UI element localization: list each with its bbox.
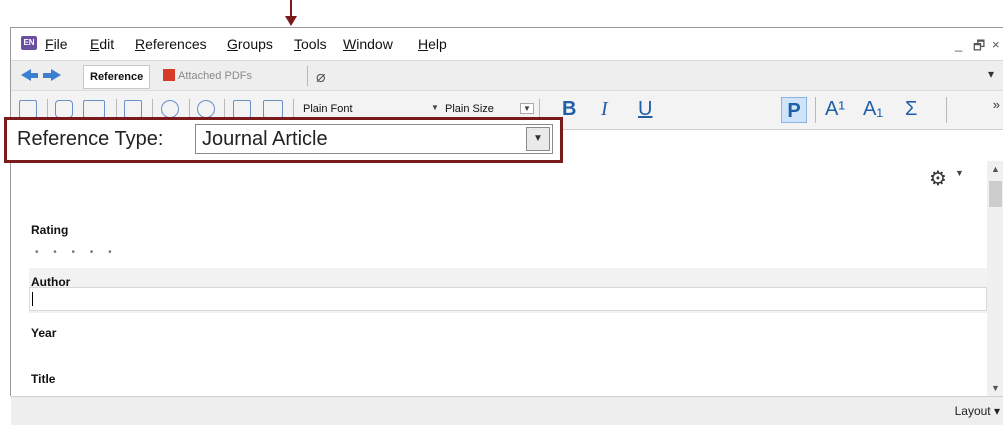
font-dropdown-icon[interactable]: ▼ [431,103,439,112]
find-icon[interactable] [161,100,179,118]
back-arrow-icon-tail [30,73,38,78]
scroll-down-icon[interactable]: ▼ [987,380,1003,396]
tab-attached-pdfs[interactable]: Attached PDFs [157,65,258,87]
rating-stars[interactable]: • • • • • [35,247,118,258]
chevron-down-icon[interactable]: ▼ [526,127,550,151]
plain-button[interactable]: P [781,97,807,123]
tab-separator [307,66,308,86]
app-icon: EN [21,36,37,50]
size-dropdown-icon[interactable]: ▼ [520,103,534,114]
italic-button[interactable]: I [601,96,608,122]
menu-tools[interactable]: Tools [294,36,327,52]
close-icon[interactable]: × [992,37,1000,52]
tab-menu-icon[interactable]: ▾ [988,67,994,81]
paperclip-icon[interactable]: ⌀ [316,67,326,87]
gear-icon[interactable]: ⚙ [929,166,947,191]
toolbar-separator [815,97,816,123]
menu-file[interactable]: File [45,36,68,52]
year-label: Year [31,326,57,340]
link-icon[interactable] [55,100,73,118]
layout-button[interactable]: Layout ▾ [955,404,1000,418]
folder-icon[interactable] [83,100,105,118]
menu-bar: EN File Edit References Groups Tools Win… [11,28,1003,60]
reference-type-highlight: Reference Type: Journal Article ▼ [4,117,563,163]
reference-fields-panel: Rating • • • • • Author Year Title [29,191,987,396]
rating-label: Rating [31,223,69,237]
word-icon[interactable] [263,100,283,118]
forward-arrow-icon[interactable] [51,69,61,81]
author-input[interactable] [29,287,987,311]
toolbar-separator [946,97,947,123]
menu-groups[interactable]: Groups [227,36,273,52]
status-bar: Layout ▾ [11,396,1003,425]
title-label: Title [31,372,56,386]
edit-icon[interactable] [233,100,251,118]
font-select[interactable]: Plain Font [303,103,353,115]
reference-type-select[interactable]: Journal Article ▼ [195,124,553,154]
symbol-button[interactable]: Σ [905,96,917,122]
vertical-scrollbar[interactable]: ▲ ▼ [987,161,1003,396]
format-bibliography-icon[interactable] [124,100,142,118]
online-search-icon[interactable] [197,100,215,118]
minimize-icon[interactable]: _ [955,37,962,52]
gear-dropdown-icon[interactable]: ▼ [955,168,964,178]
tab-reference[interactable]: Reference [83,65,151,89]
subscript-button[interactable]: A₁ [863,96,883,122]
endnote-window: EN File Edit References Groups Tools Win… [10,27,1003,425]
superscript-button[interactable]: A¹ [825,96,845,122]
pdf-icon [163,69,175,81]
underline-button[interactable]: U [638,96,652,122]
menu-references[interactable]: References [135,36,207,52]
reference-type-label: Reference Type: [17,128,164,150]
forward-arrow-icon-tail [43,73,51,78]
restore-icon[interactable]: 🗗 [973,37,985,59]
annotation-arrow-head [285,16,297,26]
toolbar-overflow-icon[interactable]: » [993,97,1000,112]
menu-help[interactable]: Help [418,36,447,52]
scroll-up-icon[interactable]: ▲ [987,161,1003,177]
menu-window[interactable]: Window [343,36,393,52]
size-select[interactable]: Plain Size [445,103,494,115]
tab-row: Reference Attached PDFs ⌀ ▾ [11,60,1003,91]
reference-type-value: Journal Article [202,128,328,150]
text-caret [32,292,33,306]
scroll-thumb[interactable] [989,181,1002,207]
menu-edit[interactable]: Edit [90,36,114,52]
insert-citation-icon[interactable] [19,100,37,118]
bold-button[interactable]: B [562,96,576,122]
